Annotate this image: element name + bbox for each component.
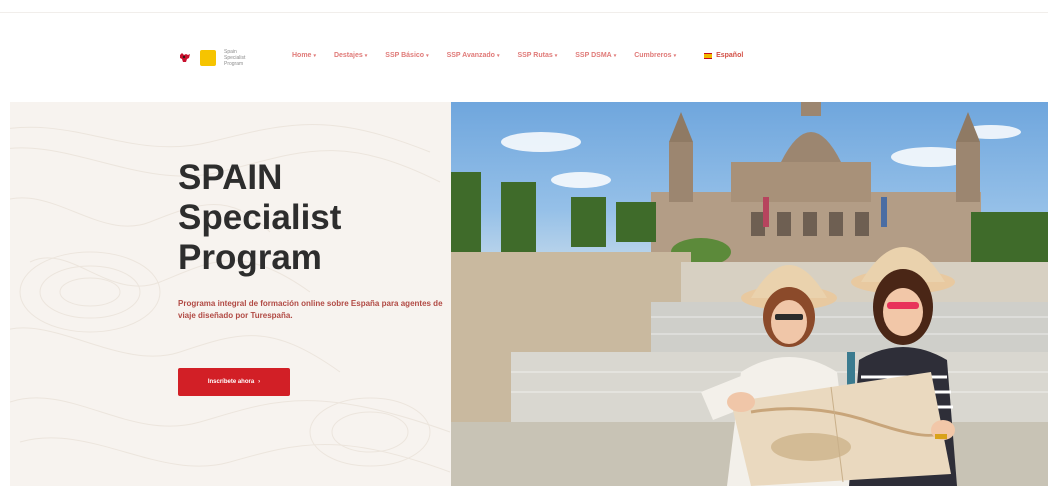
- chevron-down-icon: ▾: [613, 52, 617, 59]
- enroll-button-label: Inscríbete ahora: [207, 379, 255, 385]
- chevron-down-icon: ▾: [426, 52, 429, 59]
- chevron-down-icon: ▾: [364, 52, 368, 59]
- hero-title-line-3: Program: [178, 238, 322, 277]
- nav-item-destajes[interactable]: Destajes ▾: [334, 52, 367, 59]
- arrow-right-icon: ›: [258, 379, 261, 385]
- chevron-down-icon: ▾: [313, 52, 316, 59]
- hero-title: SPAIN Specialist Program: [178, 158, 438, 278]
- hero-title-line-2: Specialist: [178, 198, 342, 237]
- spain-flag-icon: [704, 52, 713, 59]
- chevron-down-icon: ▾: [673, 52, 677, 59]
- chevron-down-icon: ▾: [554, 52, 558, 59]
- chevron-down-icon: ▾: [496, 52, 500, 59]
- enroll-button[interactable]: Inscríbete ahora ›: [178, 368, 290, 396]
- language-label: Español: [716, 52, 744, 59]
- main-nav: Home ▾ Destajes ▾ SSP Básico ▾ SSP Avanzado…: [292, 52, 743, 59]
- logo-caption: Spain Specialist Program: [224, 49, 246, 67]
- top-divider: [0, 12, 1048, 13]
- hero-subtitle: Programa integral de formación online so…: [178, 299, 443, 320]
- hero-photo: [451, 102, 1048, 486]
- nav-item-cumbreros[interactable]: Cumbreros ▾: [634, 52, 676, 59]
- nav-item-ssp-dsma[interactable]: SSP DSMA ▾: [575, 52, 616, 59]
- hero-text-panel: SPAIN Specialist Program Programa integr…: [10, 102, 451, 486]
- ssp-badge-icon: [200, 50, 216, 66]
- brand-logo[interactable]: Spain Specialist Program: [178, 49, 252, 67]
- language-selector[interactable]: Español: [704, 52, 743, 59]
- site-header: Spain Specialist Program Home ▾ Destajes ▾…: [0, 0, 1048, 102]
- barcelona-travelers-illustration: [451, 102, 1048, 486]
- hero-title-line-1: SPAIN: [178, 158, 283, 197]
- nav-item-home[interactable]: Home ▾: [292, 52, 316, 59]
- nav-item-ssp-basico[interactable]: SSP Básico ▾: [385, 52, 428, 59]
- nav-item-ssp-avanzado[interactable]: SSP Avanzado ▾: [447, 52, 500, 59]
- bull-logo-icon: [178, 51, 192, 65]
- nav-item-ssp-rutas[interactable]: SSP Rutas ▾: [517, 52, 557, 59]
